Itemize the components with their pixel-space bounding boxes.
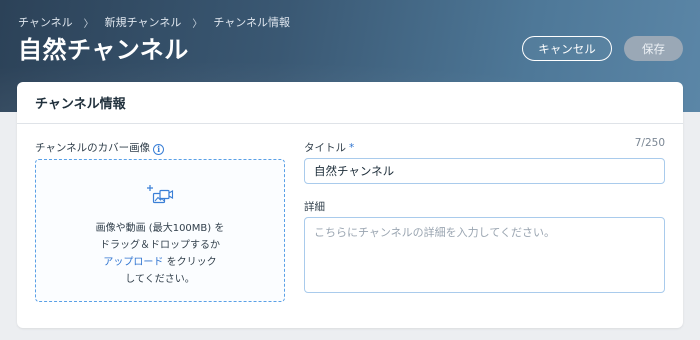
cover-image-label: チャンネルのカバー画像 i <box>35 140 165 155</box>
add-media-icon <box>146 184 174 212</box>
card-header: チャンネル情報 <box>17 82 683 124</box>
details-placeholder: こちらにチャンネルの詳細を入力してください。 <box>314 226 556 239</box>
cover-image-label-text: チャンネルのカバー画像 <box>35 142 151 154</box>
page-title: 自然チャンネル <box>18 36 189 64</box>
title-input[interactable]: 自然チャンネル <box>304 158 665 184</box>
title-label-text: タイトル <box>304 142 346 154</box>
details-textarea[interactable]: こちらにチャンネルの詳細を入力してください。 <box>304 217 665 293</box>
chevron-right-icon: 〉 <box>192 18 203 30</box>
breadcrumb-item-new-channel[interactable]: 新規チャンネル <box>105 14 182 30</box>
title-field-label: タイトル * <box>304 140 354 155</box>
dropzone-line-3-suffix: をクリック <box>163 257 217 268</box>
info-icon[interactable]: i <box>153 143 165 155</box>
dropzone-line-2: ドラッグ＆ドロップするか <box>100 240 220 251</box>
details-field-label: 詳細 <box>304 201 325 213</box>
required-mark: * <box>349 142 355 154</box>
card-title: チャンネル情報 <box>35 97 126 112</box>
channel-info-card: チャンネル情報 チャンネルのカバー画像 i 画像や動画 (最大100MB) を ド… <box>17 82 683 328</box>
upload-link[interactable]: アップロード <box>103 257 163 268</box>
dropzone-instructions: 画像や動画 (最大100MB) を ドラッグ＆ドロップするか アップロード をク… <box>96 220 225 288</box>
title-input-value: 自然チャンネル <box>314 164 395 178</box>
breadcrumb-item-channels[interactable]: チャンネル <box>18 14 73 30</box>
breadcrumb: チャンネル 〉 新規チャンネル 〉 チャンネル情報 <box>18 14 290 30</box>
dropzone-line-4: してください。 <box>125 274 195 285</box>
dropzone-line-3: アップロード をクリック <box>96 254 225 271</box>
save-button[interactable]: 保存 <box>624 36 683 61</box>
breadcrumb-item-channel-info: チャンネル情報 <box>213 16 291 29</box>
cover-image-dropzone[interactable]: 画像や動画 (最大100MB) を ドラッグ＆ドロップするか アップロード をク… <box>35 159 285 302</box>
cancel-button[interactable]: キャンセル <box>522 36 612 61</box>
chevron-right-icon: 〉 <box>83 18 94 30</box>
title-char-counter: 7/250 <box>634 137 665 149</box>
dropzone-line-1: 画像や動画 (最大100MB) を <box>95 223 225 234</box>
